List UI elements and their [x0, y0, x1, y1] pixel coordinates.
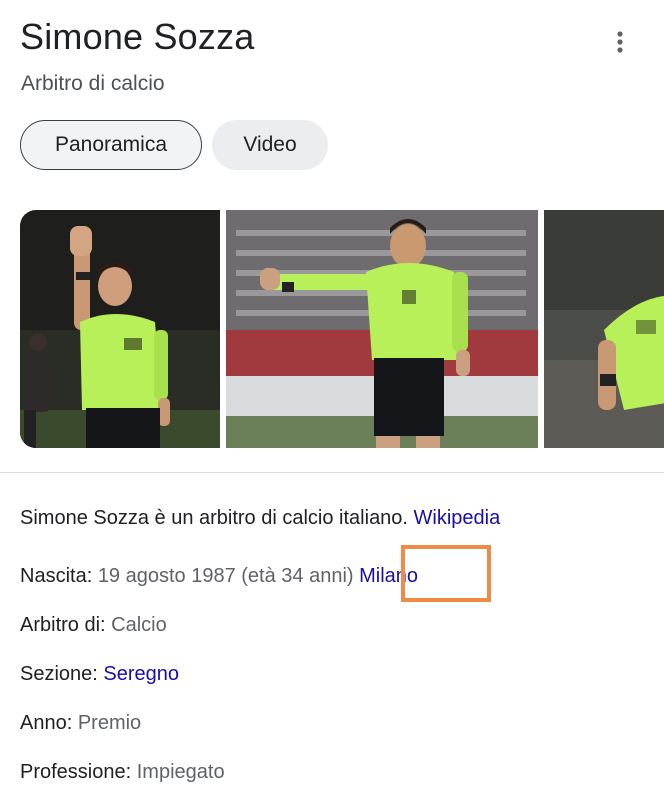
fact-profession-value: Impiegato [136, 761, 225, 783]
image-referee-pointing[interactable] [226, 210, 538, 448]
tab-video[interactable]: Video [212, 120, 328, 170]
tab-panoramica[interactable]: Panoramica [20, 120, 202, 170]
fact-section-label: Sezione: [20, 663, 104, 685]
fact-birth-label: Nascita: [20, 565, 98, 587]
fact-profession-label: Professione: [20, 761, 137, 783]
section-divider [0, 472, 664, 473]
fact-profession: Professione: Impiegato [20, 758, 225, 786]
image-referee-raising-hand[interactable] [20, 210, 220, 448]
tab-bar: Panoramica Video [20, 120, 328, 170]
wikipedia-link[interactable]: Wikipedia [414, 507, 501, 529]
fact-birth: Nascita: 19 agosto 1987 (età 34 anni) Mi… [20, 562, 418, 590]
more-options-button[interactable] [604, 26, 636, 58]
knowledge-panel: Simone Sozza Arbitro di calcio Panoramic… [0, 0, 664, 800]
highlight-annotation [401, 545, 491, 602]
description: Simone Sozza è un arbitro di calcio ital… [20, 504, 500, 532]
image-carousel[interactable] [20, 210, 664, 448]
fact-referee-of-value: Calcio [111, 614, 167, 636]
fact-year-label: Anno: [20, 712, 78, 734]
more-vert-icon [617, 31, 623, 53]
fact-birth-value: 19 agosto 1987 (età 34 anni) [97, 565, 360, 587]
fact-year: Anno: Premio [20, 709, 141, 737]
description-text: Simone Sozza è un arbitro di calcio ital… [20, 507, 414, 529]
fact-referee-of-label: Arbitro di: [20, 614, 112, 636]
fact-section: Sezione: Seregno [20, 660, 179, 688]
fact-referee-of: Arbitro di: Calcio [20, 611, 167, 639]
page-subtitle: Arbitro di calcio [21, 72, 165, 95]
section-link[interactable]: Seregno [103, 663, 179, 685]
page-title: Simone Sozza [20, 16, 255, 57]
fact-year-value: Premio [77, 712, 142, 734]
image-referee-partial[interactable] [544, 210, 664, 448]
